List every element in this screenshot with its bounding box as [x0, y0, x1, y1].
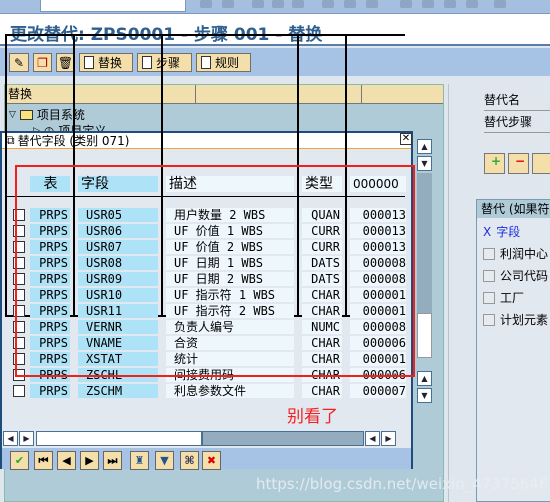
last-page-button[interactable]: ⏭ — [103, 451, 122, 470]
check-button[interactable]: ✔ — [10, 451, 29, 470]
cell-table[interactable]: PRPS — [30, 384, 70, 398]
field-item[interactable]: X 字段 — [483, 223, 520, 240]
cell-description[interactable]: 利息参数文件 — [166, 384, 294, 398]
scroll-thumb[interactable] — [417, 173, 432, 313]
highlight-annotation-box — [15, 165, 415, 377]
previous-icon: ◀ — [62, 454, 71, 467]
cancel-button[interactable]: ✖ — [202, 451, 221, 470]
watermark: https://blog.csdn.net/weixin_47375646 — [256, 475, 549, 493]
cell-type[interactable]: CHAR — [302, 384, 342, 398]
scroll-track[interactable] — [417, 313, 432, 358]
save-icon[interactable] — [222, 0, 234, 8]
cell-length[interactable]: 000007 — [350, 384, 406, 398]
plant-checkbox[interactable]: 工厂 — [483, 289, 524, 306]
first-page-button[interactable]: ⏮ — [34, 451, 53, 470]
page-icon[interactable] — [466, 0, 478, 8]
profit-center-checkbox[interactable]: 利润中心 — [483, 245, 548, 262]
scroll-up-button[interactable]: ▲ — [417, 139, 432, 154]
substitution-step-label: 替代步骤 — [484, 113, 550, 133]
scroll-right-button[interactable]: ▶ — [19, 431, 34, 446]
find-button[interactable]: ⌘ — [180, 451, 199, 470]
command-field[interactable] — [40, 0, 186, 12]
scroll-left-button[interactable]: ◀ — [365, 431, 380, 446]
next-button[interactable]: ▶ — [80, 451, 99, 470]
checkbox[interactable] — [483, 247, 495, 260]
arrow-left-icon: ◀ — [7, 434, 14, 443]
print-icon[interactable] — [322, 0, 334, 8]
filter-button[interactable]: ▼ — [155, 451, 174, 470]
arrow-up-icon: ▲ — [421, 374, 428, 383]
delete-row-icon: − — [515, 154, 526, 168]
arrow-down-icon: ▼ — [421, 159, 428, 168]
scroll-up-button[interactable]: ▲ — [417, 371, 432, 386]
page-icon[interactable] — [400, 0, 412, 8]
plan-element-checkbox[interactable]: 计划元素 — [483, 311, 548, 328]
scroll-track[interactable] — [202, 431, 364, 446]
scroll-down-button[interactable]: ▼ — [417, 388, 432, 403]
scroll-right-button[interactable]: ▶ — [381, 431, 396, 446]
row-checkbox[interactable] — [13, 385, 25, 397]
vertical-scrollbar[interactable]: ▲ ▼ ▲ ▼ — [417, 139, 432, 405]
arrow-up-icon: ▲ — [421, 142, 428, 151]
cell-field[interactable]: ZSCHM — [78, 384, 158, 398]
hierarchy-icon: ♜ — [134, 454, 145, 467]
find-icon: ⌘ — [184, 454, 195, 467]
nav-icon[interactable] — [252, 0, 264, 8]
insert-row-icon: + — [491, 154, 502, 168]
annotation-text: 别看了 — [287, 407, 338, 427]
check-icon: ✔ — [14, 454, 25, 467]
next-icon: ▶ — [85, 454, 94, 467]
nav-icon[interactable] — [272, 0, 284, 8]
more-button[interactable] — [532, 153, 550, 174]
scroll-left-button[interactable]: ◀ — [3, 431, 18, 446]
scroll-down-button[interactable]: ▼ — [417, 156, 432, 171]
checkbox[interactable] — [483, 291, 495, 304]
filter-icon: ▼ — [160, 454, 169, 467]
find-next-icon[interactable] — [366, 0, 378, 8]
insert-row-button[interactable]: + — [484, 153, 505, 174]
arrow-right-icon: ▶ — [385, 434, 392, 443]
session-icon[interactable] — [494, 0, 506, 8]
arrow-down-icon: ▼ — [421, 391, 428, 400]
nav-icon[interactable] — [292, 0, 304, 8]
hierarchy-button[interactable]: ♜ — [130, 451, 149, 470]
page-icon[interactable] — [444, 0, 456, 8]
last-page-icon: ⏭ — [107, 453, 118, 467]
previous-button[interactable]: ◀ — [57, 451, 76, 470]
find-icon[interactable] — [344, 0, 356, 8]
checkbox[interactable] — [483, 313, 495, 326]
first-page-icon: ⏮ — [38, 453, 49, 467]
delete-row-button[interactable]: − — [508, 153, 529, 174]
arrow-left-icon: ◀ — [369, 434, 376, 443]
cancel-icon: ✖ — [206, 454, 217, 467]
checkbox[interactable] — [483, 269, 495, 282]
arrow-right-icon: ▶ — [23, 434, 30, 443]
horizontal-scrollbar[interactable]: ◀ ▶ ◀ ▶ — [3, 431, 431, 446]
scroll-thumb[interactable] — [36, 431, 202, 446]
page-icon[interactable] — [422, 0, 434, 8]
substitution-group: 替代 (如果符 X 字段 利润中心 公司代码 工厂 计划元素 — [476, 199, 550, 502]
back-icon[interactable] — [200, 0, 212, 8]
substitution-name-label: 替代名 — [484, 91, 550, 111]
group-title: 替代 (如果符 — [477, 200, 550, 218]
company-code-checkbox[interactable]: 公司代码 — [483, 267, 548, 284]
